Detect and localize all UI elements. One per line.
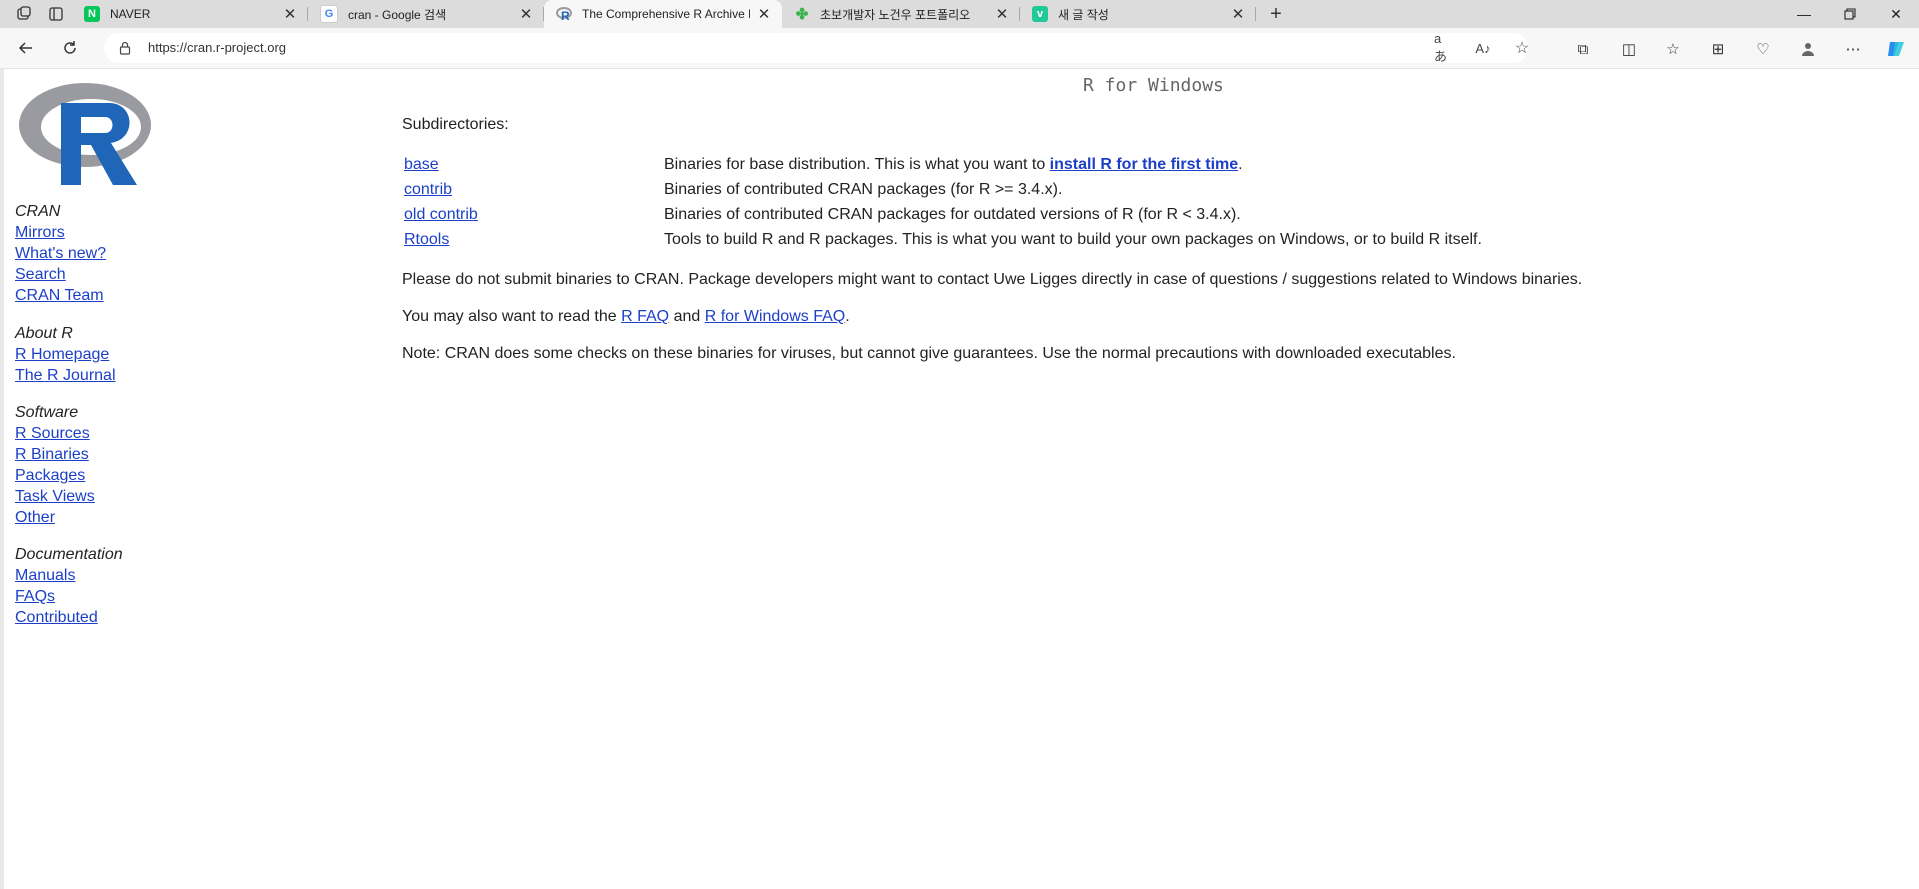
tab-title: The Comprehensive R Archive Ne — [582, 7, 750, 21]
collections-icon[interactable]: ⊞ — [1707, 38, 1729, 60]
sidebar-link-whats-new[interactable]: What's new? — [15, 243, 106, 264]
browser-toolbar: https://cran.r-project.org aあ A♪ ☆ ⧉ ◫ ☆… — [0, 28, 1919, 69]
v-icon: v — [1032, 6, 1048, 22]
tab-actions-icon[interactable] — [40, 0, 72, 28]
back-icon[interactable] — [12, 34, 40, 62]
nav-heading: About R — [15, 325, 73, 342]
read-aloud-icon[interactable]: A♪ — [1473, 39, 1493, 57]
page-title: R for Windows — [1083, 75, 1224, 96]
sidebar-link-mirrors[interactable]: Mirrors — [15, 222, 106, 243]
tab-cran[interactable]: R The Comprehensive R Archive Ne ✕ — [544, 0, 782, 28]
binaries-note: Please do not submit binaries to CRAN. P… — [402, 271, 1583, 288]
r-logo-icon: R — [556, 6, 572, 22]
extensions-icon[interactable]: ⧉ — [1572, 38, 1594, 60]
favorites-icon[interactable]: ☆ — [1662, 38, 1684, 60]
clover-icon: ✤ — [795, 6, 809, 23]
install-first-time-link[interactable]: install R for the first time — [1050, 156, 1238, 173]
google-icon: G — [320, 5, 338, 23]
r-windows-faq-link[interactable]: R for Windows FAQ — [705, 308, 845, 325]
profile-icon[interactable] — [1797, 38, 1819, 60]
virus-note: Note: CRAN does some checks on these bin… — [402, 345, 1456, 362]
favorite-star-icon[interactable]: ☆ — [1512, 39, 1532, 57]
subdirectories-label: Subdirectories: — [402, 116, 509, 133]
copilot-icon[interactable] — [1885, 38, 1907, 60]
restore-icon[interactable] — [1827, 0, 1873, 28]
url-text[interactable]: https://cran.r-project.org — [148, 40, 286, 55]
close-tab-icon[interactable]: ✕ — [518, 5, 534, 23]
tab-title: NAVER — [110, 7, 151, 21]
tab-title: 초보개발자 노건우 포트폴리오 — [820, 7, 971, 22]
sidebar-link-manuals[interactable]: Manuals — [15, 565, 123, 586]
translate-icon[interactable]: aあ — [1434, 31, 1454, 64]
tab-new-post[interactable]: v 새 글 작성 ✕ — [1020, 0, 1256, 28]
tab-naver[interactable]: N NAVER ✕ — [72, 0, 308, 28]
svg-text:R: R — [561, 9, 570, 22]
workspaces-icon[interactable] — [8, 0, 40, 28]
dir-link-base[interactable]: base — [404, 156, 439, 174]
nav-group-software: Software R Sources R Binaries Packages T… — [15, 402, 95, 528]
window-controls: — ✕ — [1781, 0, 1919, 28]
sidebar-link-r-homepage[interactable]: R Homepage — [15, 344, 116, 365]
sidebar-link-faqs[interactable]: FAQs — [15, 586, 123, 607]
sidebar-link-other[interactable]: Other — [15, 507, 95, 528]
sidebar-link-r-journal[interactable]: The R Journal — [15, 365, 116, 386]
address-bar[interactable]: https://cran.r-project.org aあ A♪ ☆ — [104, 31, 1529, 64]
naver-icon: N — [84, 6, 100, 22]
desc-text: Binaries for base distribution. This is … — [664, 156, 1050, 173]
tab-strip: N NAVER ✕ G cran - Google 검색 ✕ R The Com… — [0, 0, 1919, 28]
faq-note: You may also want to read the R FAQ and … — [402, 308, 850, 326]
dir-link-rtools[interactable]: Rtools — [404, 231, 449, 249]
close-tab-icon[interactable]: ✕ — [1230, 5, 1246, 23]
sidebar-link-r-sources[interactable]: R Sources — [15, 423, 95, 444]
faq-note-text: . — [845, 308, 850, 325]
lock-icon[interactable] — [118, 41, 132, 55]
dir-link-contrib[interactable]: contrib — [404, 181, 452, 199]
nav-group-about-r: About R R Homepage The R Journal — [15, 323, 116, 386]
page-content: CRAN Mirrors What's new? Search CRAN Tea… — [0, 69, 1919, 889]
sidebar-link-contributed[interactable]: Contributed — [15, 607, 123, 628]
sidebar-link-r-binaries[interactable]: R Binaries — [15, 444, 95, 465]
sidebar-link-packages[interactable]: Packages — [15, 465, 95, 486]
desc-text: . — [1238, 156, 1243, 173]
tab-google[interactable]: G cran - Google 검색 ✕ — [308, 0, 544, 28]
dir-description: Binaries of contributed CRAN packages fo… — [664, 206, 1241, 223]
close-tab-icon[interactable]: ✕ — [994, 5, 1010, 23]
minimize-icon[interactable]: — — [1781, 0, 1827, 28]
tab-title: cran - Google 검색 — [348, 7, 447, 22]
nav-group-cran: CRAN Mirrors What's new? Search CRAN Tea… — [15, 201, 106, 306]
tab-portfolio[interactable]: ✤ 초보개발자 노건우 포트폴리오 ✕ — [782, 0, 1020, 28]
sidebar-link-search[interactable]: Search — [15, 264, 106, 285]
close-tab-icon[interactable]: ✕ — [756, 5, 772, 23]
sidebar-link-task-views[interactable]: Task Views — [15, 486, 95, 507]
sidebar-link-cran-team[interactable]: CRAN Team — [15, 285, 106, 306]
reload-icon[interactable] — [56, 34, 84, 62]
close-tab-icon[interactable]: ✕ — [282, 5, 298, 23]
dir-description: Binaries of contributed CRAN packages (f… — [664, 181, 1063, 198]
nav-heading: Software — [15, 404, 79, 421]
dir-description: Binaries for base distribution. This is … — [664, 156, 1243, 174]
nav-heading: Documentation — [15, 546, 123, 563]
nav-heading: CRAN — [15, 203, 61, 220]
faq-note-text: and — [669, 308, 705, 325]
browser-essentials-icon[interactable]: ♡ — [1752, 38, 1774, 60]
new-tab-icon[interactable]: + — [1260, 0, 1292, 28]
nav-group-documentation: Documentation Manuals FAQs Contributed — [15, 544, 123, 628]
dir-description: Tools to build R and R packages. This is… — [664, 231, 1482, 248]
r-logo[interactable] — [15, 75, 151, 187]
split-screen-icon[interactable]: ◫ — [1618, 38, 1640, 60]
close-window-icon[interactable]: ✕ — [1873, 0, 1919, 28]
faq-note-text: You may also want to read the — [402, 308, 622, 325]
dir-link-old-contrib[interactable]: old contrib — [404, 206, 478, 224]
tab-separator — [1255, 7, 1256, 21]
r-faq-link[interactable]: R FAQ — [621, 308, 669, 325]
more-options-icon[interactable]: ⋯ — [1842, 38, 1864, 60]
tab-title: 새 글 작성 — [1058, 7, 1109, 22]
